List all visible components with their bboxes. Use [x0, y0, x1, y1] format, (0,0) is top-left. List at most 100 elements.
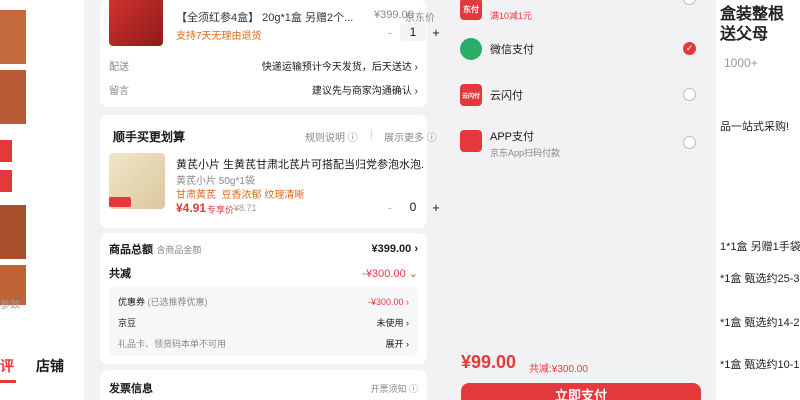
price-source: 京东价: [405, 13, 435, 24]
product-image[interactable]: [109, 0, 163, 46]
tab-underline: [0, 380, 16, 383]
message-label: 留言: [109, 86, 129, 97]
payment-radio[interactable]: [683, 0, 696, 5]
payment-option-app[interactable]: APP支付 京东App扫码付款: [460, 126, 696, 160]
jingdou-label: 京豆: [118, 318, 137, 328]
tab-review[interactable]: 评: [0, 356, 14, 376]
background-text: *1盒 甄选约10-16: [720, 359, 800, 371]
jd-app-icon: [460, 130, 482, 152]
chevron-right-icon: ›: [414, 243, 418, 255]
background-left: 参数 评 店铺: [0, 0, 84, 400]
payment-radio-checked[interactable]: ✓: [683, 42, 696, 55]
discount-detail: 优惠券 (已选推荐优惠) -¥300.00 › 京豆 未使用 › 礼品卡、领货码…: [109, 286, 418, 356]
background-right: 盒装整根 送父母 1000+ 品一站式采购! 1*1盒 另赠1手袋 *1盒 甄选…: [716, 0, 800, 400]
chevron-right-icon: ›: [406, 339, 409, 349]
increase-button[interactable]: +: [426, 200, 446, 215]
payment-radio[interactable]: [683, 136, 696, 149]
coupon-note: (已选推荐优惠): [147, 297, 208, 307]
background-thumbnail: [0, 205, 26, 259]
chevron-right-icon: ›: [406, 318, 409, 328]
show-more-link[interactable]: 展示更多 ⓘ: [384, 129, 437, 144]
info-icon: ⓘ: [426, 133, 437, 144]
wechat-icon: [460, 38, 482, 60]
payment-option-unionpay[interactable]: 云闪付 云闪付: [460, 80, 696, 110]
giftcard-value: 展开: [385, 339, 404, 349]
addon-price: ¥4.91: [176, 201, 207, 215]
invoice-link[interactable]: 开票须知: [370, 384, 406, 394]
background-text: 1000+: [724, 56, 758, 70]
invoice-card[interactable]: 发票信息 开票须知 ⓘ: [100, 370, 427, 400]
background-text: 1*1盒 另赠1手袋: [720, 241, 800, 253]
product-quantity-stepper: - 1 +: [380, 23, 446, 41]
total-label: 商品总额: [109, 244, 153, 256]
addon-item-title[interactable]: 黄芪小片 生黄芪甘肃北芪片可搭配当归党参泡水泡...: [176, 156, 424, 172]
quantity-value[interactable]: 0: [400, 198, 426, 216]
coupon-value: -¥300.00: [367, 296, 404, 307]
payment-option-wechat[interactable]: 微信支付 ✓: [460, 34, 696, 64]
info-icon: ⓘ: [408, 383, 418, 394]
addon-spec: 黄芪小片 50g*1袋: [176, 176, 255, 187]
tab-store[interactable]: 店铺: [36, 356, 64, 376]
background-text: *1盒 甄选约14-22: [720, 317, 800, 329]
background-thumbnail: [0, 70, 26, 124]
chevron-right-icon: ›: [414, 86, 418, 97]
payment-name: 云闪付: [490, 90, 523, 102]
background-note: 参数: [0, 300, 20, 311]
coupon-label: 优惠券: [118, 297, 146, 307]
promo-badge: [109, 197, 131, 207]
total-note: 含商品金额: [156, 245, 202, 255]
checkout-modal: 【全须红参4盒】 20g*1盒 另赠2个... ¥399.00 京东价 支持7天…: [84, 0, 716, 400]
background-text: *1盒 甄选约25-33: [720, 273, 800, 285]
payment-radio[interactable]: [683, 88, 696, 101]
addon-orig-price: ¥8.71: [234, 203, 257, 213]
summary-card: 商品总额 含商品金额 ¥399.00 › 共减 -¥300.00 ⌄ 优惠券 (…: [100, 233, 427, 364]
discount-row[interactable]: 共减 -¥300.00 ⌄: [109, 265, 418, 281]
payment-sub: 京东App扫码付款: [490, 148, 561, 158]
payment-option-jdpay[interactable]: 东付 满10减1元: [460, 0, 696, 21]
decrease-button[interactable]: -: [380, 25, 400, 40]
jingdou-row[interactable]: 京豆 未使用 ›: [118, 316, 409, 329]
invoice-row: 发票信息 开票须知 ⓘ: [109, 380, 418, 396]
giftcard-label: 礼品卡、领货码本单不可用: [118, 339, 227, 349]
delivery-row[interactable]: 配送 快递运输预计今天发货，后天送达 ›: [109, 58, 418, 73]
delivery-label: 配送: [109, 62, 129, 73]
chevron-right-icon: ›: [414, 62, 418, 73]
info-icon: ⓘ: [347, 133, 358, 144]
pay-amount: ¥99.00: [461, 352, 517, 372]
message-row[interactable]: 留言 建议先与商家沟通确认 ›: [109, 82, 418, 97]
delivery-value: 快递运输预计今天发货，后天送达: [261, 62, 412, 73]
background-red-marker: [0, 140, 12, 162]
product-title[interactable]: 【全须红参4盒】 20g*1盒 另赠2个...: [176, 9, 353, 25]
addon-price-label: 专享价: [207, 205, 235, 215]
product-card: 【全须红参4盒】 20g*1盒 另赠2个... ¥399.00 京东价 支持7天…: [100, 0, 440, 107]
payment-name: APP支付: [490, 131, 535, 143]
giftcard-row[interactable]: 礼品卡、领货码本单不可用 展开 ›: [118, 337, 409, 350]
addon-tags: 甘肃黄芪 豆香浓郁 纹理清晰: [176, 190, 305, 201]
discount-value: -¥300.00: [362, 267, 406, 280]
background-text: 品一站式采购!: [720, 121, 790, 133]
payment-sub: 满10减1元: [490, 11, 533, 21]
pay-now-button[interactable]: 立即支付: [461, 383, 701, 400]
coupon-row[interactable]: 优惠券 (已选推荐优惠) -¥300.00 ›: [118, 295, 409, 308]
unionpay-icon: 云闪付: [460, 84, 482, 106]
increase-button[interactable]: +: [426, 25, 446, 40]
return-policy: 支持7天无理由退货: [176, 31, 262, 42]
total-value: ¥399.00: [371, 243, 412, 255]
jingdou-value: 未使用: [376, 318, 404, 328]
background-thumbnail: [0, 10, 26, 64]
addon-card: 顺手买更划算 规则说明 ⓘ | 展示更多 ⓘ 黄芪小片 生黄芪甘肃北芪片可搭配当…: [100, 115, 440, 228]
rules-link[interactable]: 规则说明 ⓘ: [305, 129, 358, 144]
decrease-button[interactable]: -: [380, 200, 400, 215]
saved-amount: 共减:¥300.00: [529, 364, 588, 375]
background-text: 送父母: [720, 26, 769, 43]
check-icon: ✓: [685, 43, 694, 53]
quantity-value[interactable]: 1: [400, 23, 426, 41]
message-value: 建议先与商家沟通确认: [311, 86, 412, 97]
chevron-down-icon: ⌄: [408, 267, 418, 280]
payment-name: 微信支付: [490, 44, 534, 56]
chevron-right-icon: ›: [406, 296, 409, 307]
invoice-label: 发票信息: [109, 383, 153, 395]
discount-label: 共减: [109, 268, 131, 280]
addon-title: 顺手买更划算: [113, 130, 186, 144]
total-row: 商品总额 含商品金额 ¥399.00 ›: [109, 241, 418, 257]
